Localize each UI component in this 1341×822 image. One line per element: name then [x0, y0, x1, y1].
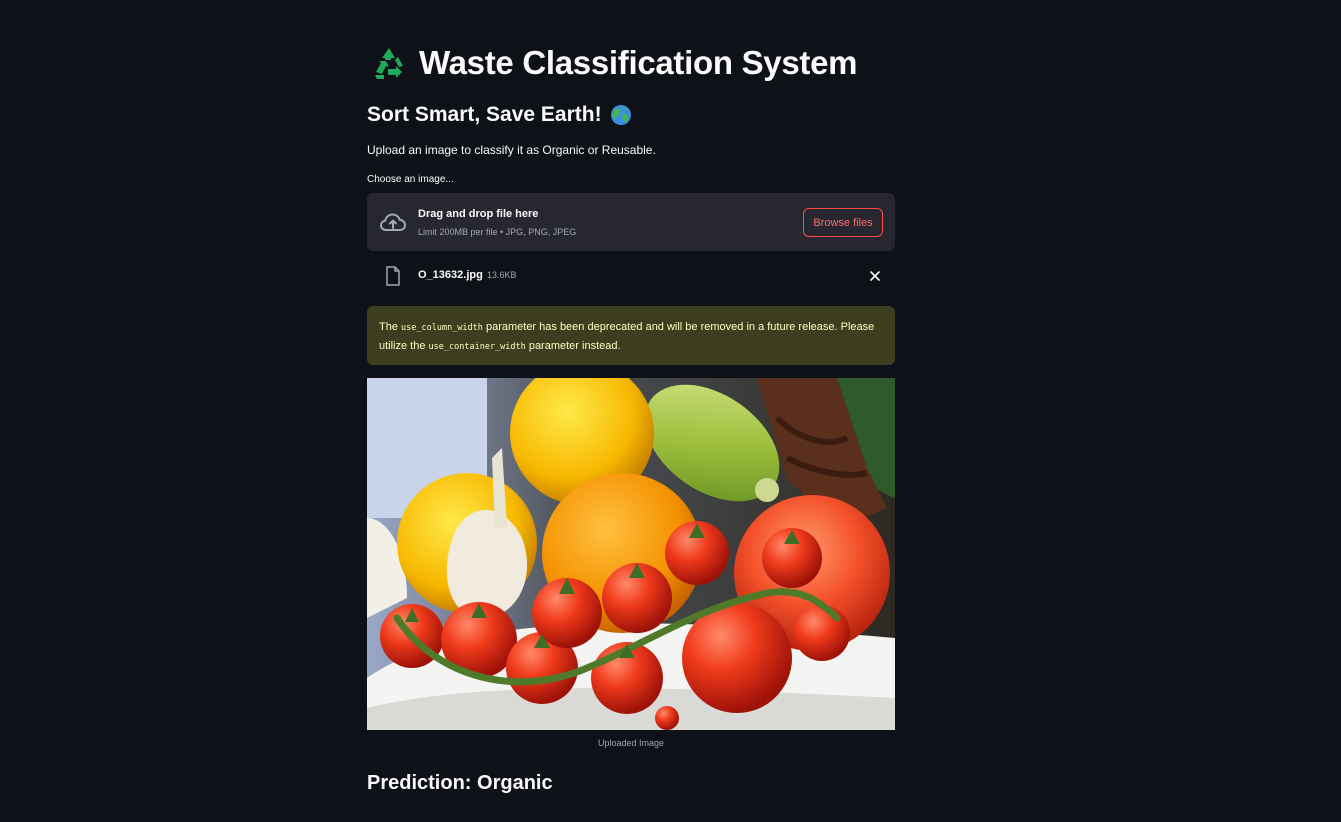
dropzone-limit: Limit 200MB per file • JPG, PNG, JPEG — [418, 227, 577, 237]
uploaded-file-size: 13.6KB — [487, 270, 517, 280]
intro-text: Upload an image to classify it as Organi… — [367, 143, 656, 157]
warning-text-1: The — [379, 321, 402, 333]
file-icon — [386, 266, 400, 286]
close-icon[interactable] — [869, 270, 881, 282]
prediction-result: Prediction: Organic — [367, 772, 553, 794]
uploaded-image — [367, 378, 895, 730]
globe-icon — [610, 105, 631, 125]
warning-code-2: use_container_width — [428, 342, 526, 352]
recycle-icon — [375, 48, 403, 79]
warning-code-1: use_column_width — [401, 323, 483, 333]
title-row: Waste Classification System — [371, 44, 857, 82]
page-subtitle: Sort Smart, Save Earth! — [367, 103, 602, 126]
image-caption: Uploaded Image — [597, 738, 665, 748]
file-dropzone[interactable]: Drag and drop file here Limit 200MB per … — [367, 193, 895, 251]
page-title: Waste Classification System — [419, 44, 858, 81]
deprecation-warning: The use_column_width parameter has been … — [367, 306, 895, 365]
uploader-label: Choose an image... — [367, 174, 454, 185]
browse-files-button[interactable]: Browse files — [803, 208, 883, 237]
uploaded-file-name: O_13632.jpg — [418, 269, 483, 281]
warning-text-3: parameter instead. — [525, 340, 621, 352]
subtitle-row: Sort Smart, Save Earth! — [367, 103, 632, 127]
uploaded-file-row: O_13632.jpg 13.6KB — [367, 262, 895, 290]
dropzone-title: Drag and drop file here — [418, 208, 539, 220]
vegetables-photo — [367, 378, 895, 730]
cloud-upload-icon — [379, 213, 407, 231]
